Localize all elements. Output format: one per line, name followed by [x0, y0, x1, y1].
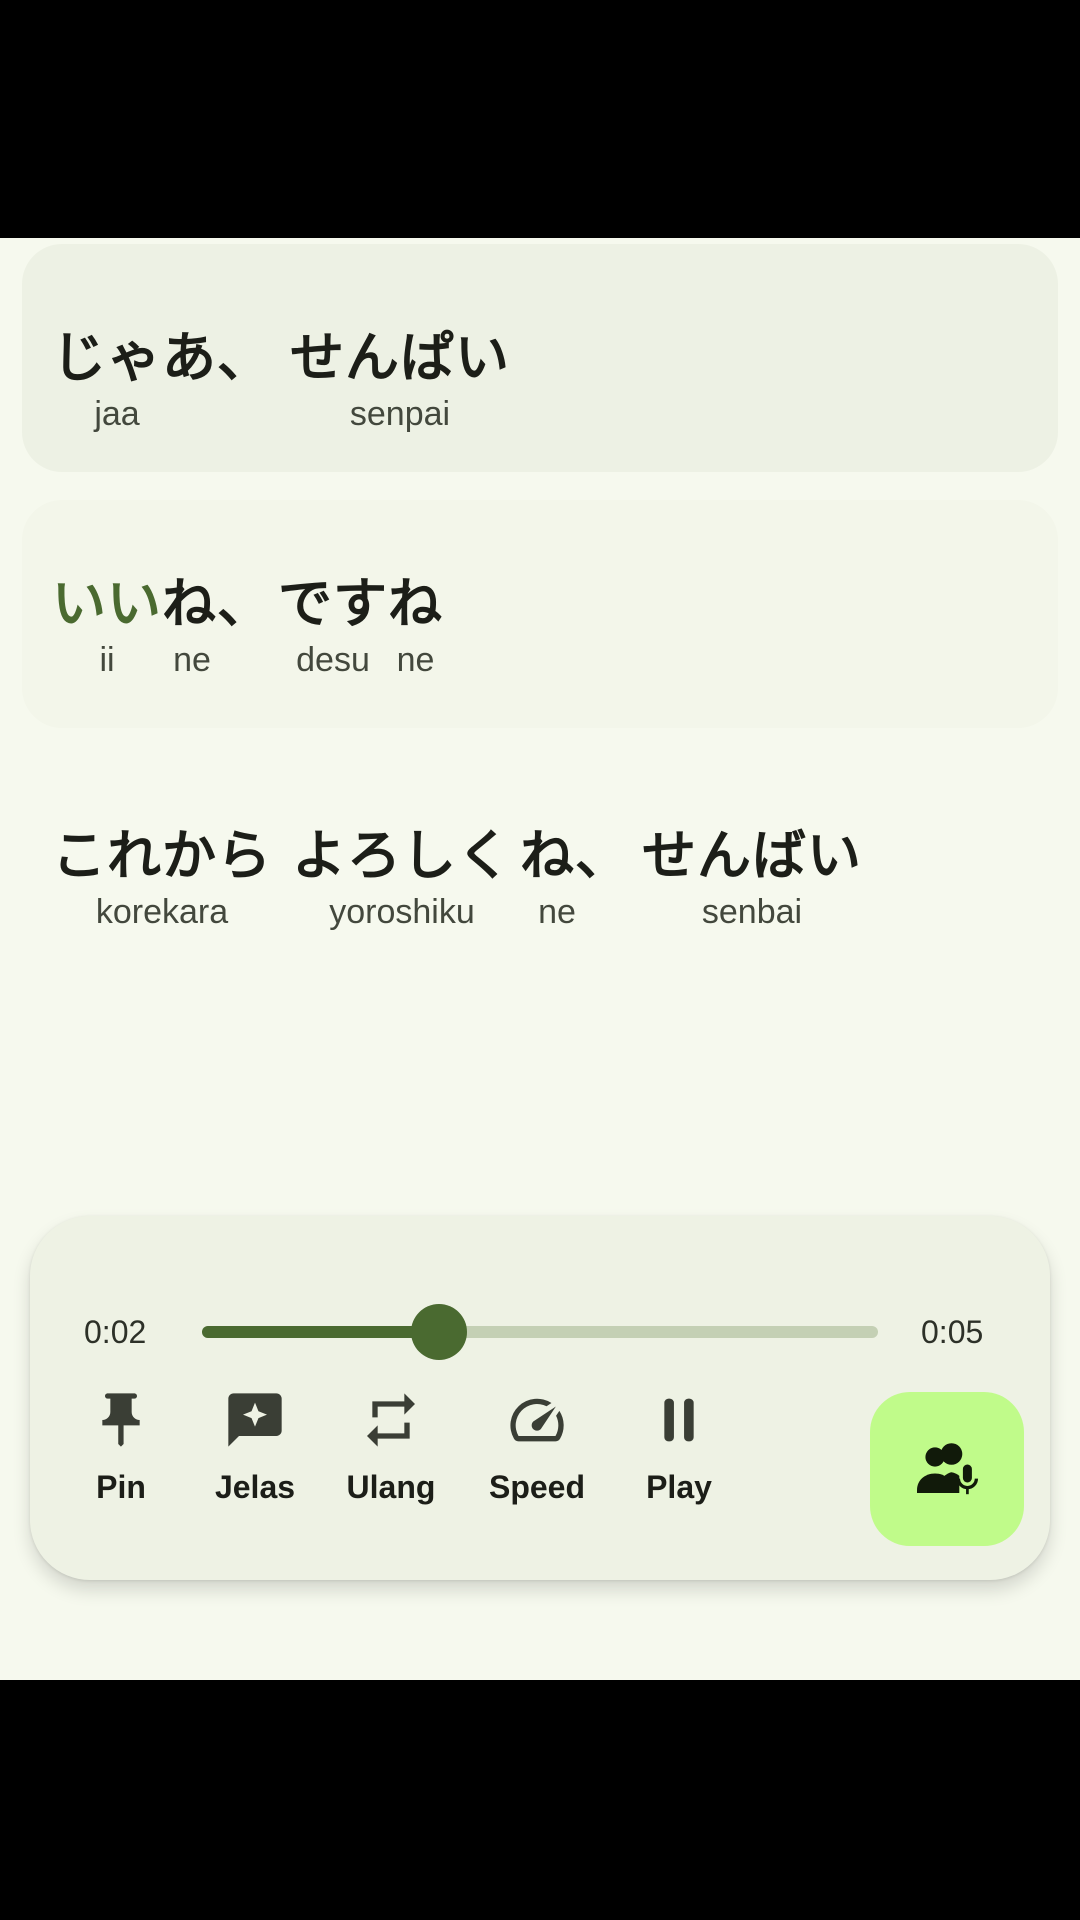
word-japanese: ね [388, 572, 443, 635]
speed-button[interactable]: Speed [472, 1384, 602, 1514]
repeat-button[interactable]: Ulang [326, 1384, 456, 1514]
explain-button[interactable]: Jelas [190, 1384, 320, 1514]
word-jaa[interactable]: じゃあ、 jaa [52, 326, 272, 434]
word-japanese: ね、 [520, 824, 630, 887]
audio-player-panel: 0:02 0:05 Pin Jelas Ulang Speed Play [30, 1216, 1050, 1580]
play-button[interactable]: Play [614, 1384, 744, 1514]
current-time: 0:02 [84, 1314, 147, 1350]
word-ne[interactable]: ね、 ne [162, 572, 272, 680]
speedometer-icon [510, 1398, 564, 1442]
speed-label: Speed [488, 1469, 586, 1505]
total-time: 0:05 [921, 1314, 984, 1350]
explain-label: Jelas [214, 1469, 296, 1505]
word-ii[interactable]: いい ii [52, 572, 162, 680]
word-romaji: ne [396, 641, 435, 679]
word-romaji: senbai [701, 893, 803, 931]
word-romaji: jaa [94, 395, 140, 433]
transcript-line-3[interactable]: これから korekara よろしく yoroshiku ね、 ne せんばい … [22, 754, 1058, 982]
repeat-label: Ulang [346, 1469, 436, 1505]
seek-bar[interactable] [202, 1304, 878, 1360]
word-romaji: desu [296, 641, 370, 679]
pin-icon [102, 1393, 140, 1447]
word-japanese: これから [52, 824, 272, 887]
word-romaji: korekara [95, 893, 229, 931]
word-japanese: です [278, 572, 388, 635]
word-romaji: ii [99, 641, 115, 679]
word-japanese: いい [52, 572, 162, 635]
transcript-line-2[interactable]: いい ii ね、 ne です desu ね ne [22, 500, 1058, 728]
word-korekara[interactable]: これから korekara [52, 824, 272, 932]
ai-comment-icon [228, 1393, 282, 1447]
word-romaji: yoroshiku [329, 893, 475, 931]
word-desu[interactable]: です desu [278, 572, 388, 680]
seek-bar-thumb[interactable] [410, 1304, 467, 1360]
word-senbai[interactable]: せんばい senbai [642, 824, 862, 932]
word-japanese: せんぱい [290, 326, 510, 389]
voice-people-icon [917, 1443, 979, 1495]
word-ne-3[interactable]: ね、 ne [520, 824, 630, 932]
word-japanese: せんばい [642, 824, 862, 887]
word-senpai[interactable]: せんぱい senpai [290, 326, 510, 434]
word-romaji: ne [173, 641, 211, 679]
voice-practice-button[interactable] [870, 1392, 1024, 1546]
transcript-line-1[interactable]: じゃあ、 jaa せんぱい senpai [22, 244, 1058, 472]
pin-label: Pin [96, 1469, 146, 1505]
pin-button[interactable]: Pin [56, 1384, 186, 1514]
play-label: Play [646, 1469, 712, 1505]
word-romaji: ne [538, 893, 576, 931]
word-japanese: じゃあ、 [52, 326, 272, 389]
word-ne-2[interactable]: ね ne [388, 572, 443, 680]
word-japanese: ね、 [162, 572, 272, 635]
word-yoroshiku[interactable]: よろしく yoroshiku [292, 824, 512, 932]
seek-bar-progress [202, 1326, 439, 1338]
repeat-icon [367, 1393, 415, 1447]
word-japanese: よろしく [292, 824, 512, 887]
word-romaji: senpai [349, 395, 451, 433]
pause-icon [664, 1398, 694, 1442]
app-screen: じゃあ、 jaa せんぱい senpai いい ii ね、 ne です desu… [0, 238, 1080, 1680]
